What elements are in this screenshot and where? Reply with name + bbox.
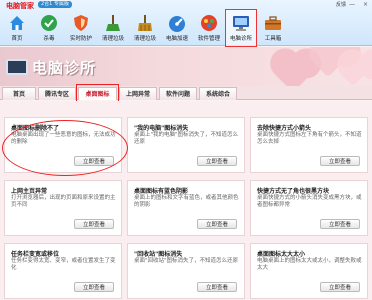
card-homepage-abnormal: 上网主页异常 打开浏览器后，出现的页面和原来设置的主页不同 立即查看	[4, 180, 122, 236]
view-now-button[interactable]: 立即查看	[197, 156, 237, 166]
card-desc: 桌面上"我的电脑"图标消失了，不知道怎么还原	[134, 132, 239, 145]
card-title: 去除快捷方式小箭头	[257, 125, 312, 132]
view-now-button[interactable]: 立即查看	[197, 219, 237, 229]
card-desc: 桌面"回收站"图标消失了，不知道怎么还原	[134, 258, 239, 264]
broom-icon	[103, 13, 123, 33]
card-icon-size: 桌面图标太大太小 电脑桌面上的图标太大或太小，调整失败或太大 立即查看	[250, 243, 368, 299]
card-taskbar-moved: 任务栏变宽或移位 任务栏变得太宽、变窄，或者位置发生了变化 立即查看	[4, 243, 122, 299]
toolbar-home-label: 首页	[11, 36, 23, 42]
card-desc: 桌面快捷方式的小箭头消失变成黑方块，或者图标都异常	[257, 195, 362, 208]
card-title: 任务栏变宽或移位	[11, 251, 60, 258]
toolbar-antivirus[interactable]: 杀毒	[34, 10, 64, 46]
title-row: 电脑管家 2合1 专属版 反馈 — ×	[0, 0, 372, 10]
toolbar-clean[interactable]: 清理垃圾	[98, 10, 128, 46]
toolbar-toolbox[interactable]: 工具箱	[258, 10, 288, 46]
toolbar-clinic-label: 电脑诊所	[229, 36, 252, 42]
main-toolbar: 首页 杀毒 实时防护 清理垃圾 清理垃圾 电脑加速 软件管理 电脑诊所 工具箱	[0, 9, 300, 47]
software-icon	[199, 13, 219, 33]
card-remove-arrow: 去除快捷方式小箭头 桌面快捷方式图标左下角有个箭头，不知道怎么去掉 立即查看	[250, 117, 368, 173]
tab-internet[interactable]: 上网异常	[119, 87, 157, 100]
clinic-banner: 电脑诊所	[0, 47, 372, 87]
view-now-button[interactable]: 立即查看	[320, 219, 360, 229]
card-title: "我的电脑"图标消失	[134, 125, 189, 132]
view-now-button[interactable]: 立即查看	[74, 282, 114, 292]
card-blue-shadow: 桌面图标有蓝色阴影 桌面上的图标和文字有蓝色，或者其他颜色的阴影 立即查看	[127, 180, 245, 236]
toolbar-software-label: 软件管理	[197, 36, 220, 42]
card-desc: 任务栏变得太宽、变窄，或者位置发生了变化	[11, 258, 116, 271]
card-desc: 电脑桌面上的图标太大或太小，调整失败或太大	[257, 258, 362, 271]
toolbar-home[interactable]: 首页	[2, 10, 32, 46]
toolbar-clean-2[interactable]: 清理垃圾	[130, 10, 160, 46]
window-controls: — ×	[343, 1, 368, 8]
toolbar-clinic[interactable]: 电脑诊所	[225, 9, 257, 47]
monitor-icon	[6, 59, 28, 75]
card-title: 桌面图标有蓝色阴影	[134, 188, 189, 195]
tab-tencent[interactable]: 腾讯专区	[38, 87, 76, 100]
tab-software[interactable]: 软件问题	[159, 87, 197, 100]
toolbar-protection-label: 实时防护	[69, 36, 92, 42]
view-now-button[interactable]: 立即查看	[320, 156, 360, 166]
card-title: "回收站"图标消失	[134, 251, 183, 258]
broom-icon	[135, 13, 155, 33]
toolbar-clean-2-label: 清理垃圾	[133, 36, 156, 42]
card-shortcut-black-block: 快捷方式无了角也很黑方块 桌面快捷方式的小箭头消失变成黑方块，或者图标都异常 立…	[250, 180, 368, 236]
tab-highlight-outline	[76, 84, 119, 102]
minimize-button[interactable]: —	[349, 1, 355, 8]
toolbar-protection[interactable]: 实时防护	[66, 10, 96, 46]
toolbar-speedup-label: 电脑加速	[165, 36, 188, 42]
antivirus-icon	[39, 13, 59, 33]
card-desc: 打开浏览器后，出现的页面和原来设置的主页不同	[11, 195, 116, 208]
highlight-annotation	[2, 120, 128, 176]
view-now-button[interactable]: 立即查看	[320, 282, 360, 292]
toolbar-speedup[interactable]: 电脑加速	[162, 10, 192, 46]
toolbar-clean-label: 清理垃圾	[101, 36, 124, 42]
view-now-button[interactable]: 立即查看	[197, 282, 237, 292]
view-now-button[interactable]: 立即查看	[74, 219, 114, 229]
heart-decoration	[274, 55, 312, 87]
close-button[interactable]: ×	[363, 1, 368, 8]
banner-title: 电脑诊所	[32, 59, 97, 77]
toolbar-antivirus-label: 杀毒	[43, 36, 55, 42]
home-icon	[7, 13, 27, 33]
card-desc: 桌面上的图标和文字有蓝色，或者其他颜色的阴影	[134, 195, 239, 208]
tab-home[interactable]: 首页	[2, 87, 36, 100]
top-bar: 电脑管家 2合1 专属版 反馈 — × 首页 杀毒 实时防护 清理垃圾 清理垃圾…	[0, 0, 372, 47]
version-badge: 2合1 专属版	[38, 1, 72, 8]
card-desc: 桌面快捷方式图标左下角有个箭头，不知道怎么去掉	[257, 132, 362, 145]
category-tabs: 首页 腾讯专区 桌面图标 上网异常 软件问题 系统综合	[0, 86, 372, 100]
card-title: 快捷方式无了角也很黑方块	[257, 188, 330, 195]
speedup-icon	[167, 13, 187, 33]
card-title: 桌面图标太大太小	[257, 251, 306, 258]
toolbox-icon	[263, 13, 283, 33]
card-title: 上网主页异常	[11, 188, 48, 195]
tab-system[interactable]: 系统综合	[199, 87, 237, 100]
card-my-computer-missing: "我的电脑"图标消失 桌面上"我的电脑"图标消失了，不知道怎么还原 立即查看	[127, 117, 245, 173]
card-recycle-bin-missing: "回收站"图标消失 桌面"回收站"图标消失了，不知道怎么还原 立即查看	[127, 243, 245, 299]
shield-icon	[71, 13, 91, 33]
toolbar-toolbox-label: 工具箱	[264, 36, 282, 42]
heart-decoration	[341, 63, 365, 87]
toolbar-software[interactable]: 软件管理	[194, 10, 224, 46]
clinic-icon	[231, 13, 251, 33]
